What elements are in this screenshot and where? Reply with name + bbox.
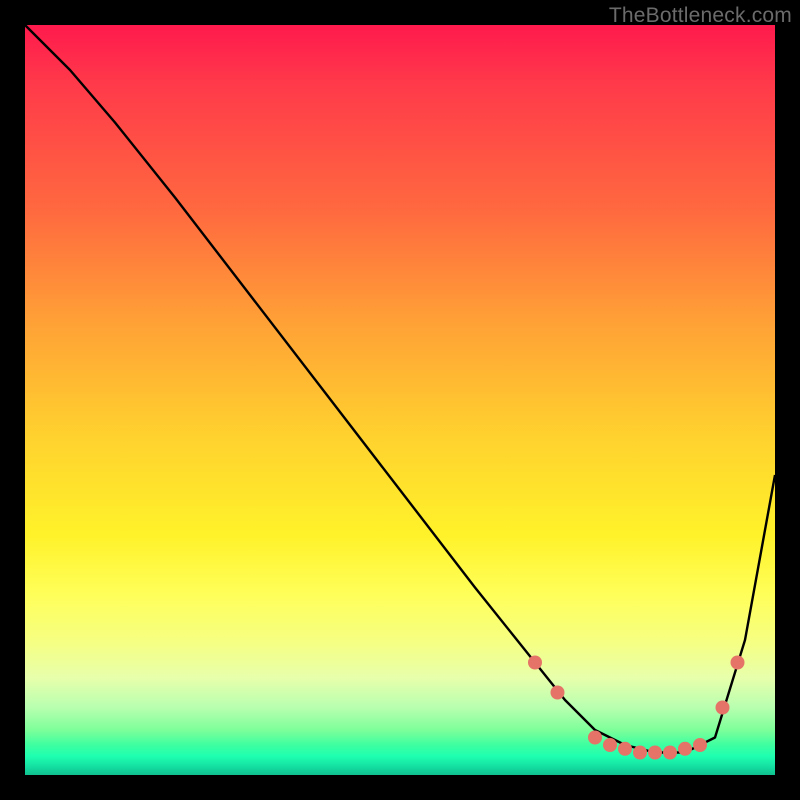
marker-dot <box>716 701 730 715</box>
chart-stage: TheBottleneck.com <box>0 0 800 800</box>
curve-layer <box>25 25 775 775</box>
marker-dot <box>648 746 662 760</box>
marker-dot <box>551 686 565 700</box>
marker-dot <box>731 656 745 670</box>
marker-dot <box>528 656 542 670</box>
marker-dots <box>528 656 745 760</box>
marker-dot <box>603 738 617 752</box>
plot-area <box>25 25 775 775</box>
bottleneck-curve <box>25 25 775 753</box>
marker-dot <box>678 742 692 756</box>
marker-dot <box>663 746 677 760</box>
marker-dot <box>693 738 707 752</box>
marker-dot <box>633 746 647 760</box>
marker-dot <box>618 742 632 756</box>
marker-dot <box>588 731 602 745</box>
